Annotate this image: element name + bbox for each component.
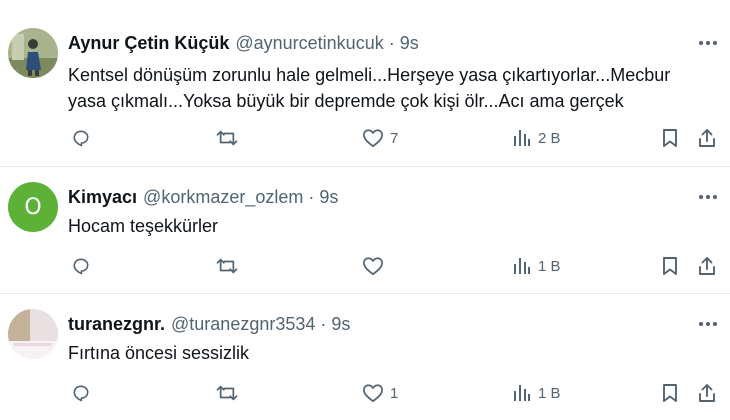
action-bar: 1 1 B: [0, 380, 730, 406]
more-button[interactable]: [696, 187, 720, 207]
timestamp[interactable]: 9s: [400, 33, 419, 54]
more-button[interactable]: [696, 33, 720, 53]
retweet-button[interactable]: [216, 253, 238, 279]
share-button[interactable]: [697, 125, 717, 151]
author-handle[interactable]: @aynurcetinkucuk: [235, 33, 383, 54]
share-button[interactable]: [697, 380, 717, 406]
tweet-header: turanezgnr. @turanezgnr3534 · 9s: [68, 314, 350, 335]
timestamp[interactable]: 9s: [319, 187, 338, 208]
share-icon: [699, 129, 715, 147]
view-count: 2 B: [538, 129, 561, 147]
avatar[interactable]: [8, 309, 58, 359]
reply-button[interactable]: [71, 253, 91, 279]
author-handle[interactable]: @korkmazer_ozlem: [143, 187, 303, 208]
retweet-icon: [216, 258, 238, 274]
views-icon: [514, 385, 530, 401]
tweet-text: Fırtına öncesi sessizlik: [68, 340, 718, 366]
views-icon: [514, 258, 530, 274]
tweet-header: Kimyacı @korkmazer_ozlem · 9s: [68, 187, 338, 208]
more-icon: [699, 41, 717, 45]
views-button[interactable]: 1 B: [512, 380, 561, 406]
views-button[interactable]: 2 B: [512, 125, 561, 151]
tweet-text-line: Hocam teşekkürler: [68, 216, 219, 236]
avatar[interactable]: [8, 28, 58, 78]
retweet-icon: [216, 385, 238, 401]
bookmark-icon: [663, 129, 677, 147]
more-button[interactable]: [696, 314, 720, 334]
author-name[interactable]: Kimyacı: [68, 187, 137, 208]
share-icon: [699, 257, 715, 275]
tweet-text-line: Fırtına öncesi sessizlik: [68, 343, 250, 363]
retweet-icon: [216, 130, 238, 146]
separator-dot: ·: [308, 187, 315, 207]
like-icon: [363, 257, 383, 276]
like-button[interactable]: 7: [362, 125, 398, 151]
reply-button[interactable]: [71, 125, 91, 151]
view-count: 1 B: [538, 257, 561, 275]
views-button[interactable]: 1 B: [512, 253, 561, 279]
like-count: 1: [390, 384, 399, 402]
bookmark-button[interactable]: [661, 125, 679, 151]
tweet[interactable]: Aynur Çetin Küçük @aynurcetinkucuk · 9s …: [0, 0, 730, 166]
action-bar: 1 B: [0, 253, 730, 279]
view-count: 1 B: [538, 384, 561, 402]
share-icon: [699, 384, 715, 402]
author-handle[interactable]: @turanezgnr3534: [171, 314, 315, 335]
bookmark-button[interactable]: [661, 253, 679, 279]
more-icon: [699, 195, 717, 199]
avatar[interactable]: O: [8, 182, 58, 232]
retweet-button[interactable]: [216, 125, 238, 151]
bookmark-icon: [663, 257, 677, 275]
separator-dot: ·: [320, 314, 327, 334]
bookmark-icon: [663, 384, 677, 402]
tweet-text-line: Kentsel dönüşüm zorunlu hale gelmeli...H…: [68, 65, 671, 85]
reply-icon: [73, 130, 89, 147]
like-button[interactable]: [362, 253, 390, 279]
reply-icon: [73, 385, 89, 402]
reply-icon: [73, 258, 89, 275]
timestamp[interactable]: 9s: [331, 314, 350, 335]
tweet-text: Kentsel dönüşüm zorunlu hale gelmeli...H…: [68, 62, 718, 114]
tweet-text: Hocam teşekkürler: [68, 213, 718, 239]
tweet-header: Aynur Çetin Küçük @aynurcetinkucuk · 9s: [68, 33, 419, 54]
bookmark-button[interactable]: [661, 380, 679, 406]
more-icon: [699, 322, 717, 326]
tweet-text-line: yasa çıkmalı...Yoksa büyük bir depremde …: [68, 91, 624, 111]
tweet[interactable]: turanezgnr. @turanezgnr3534 · 9s Fırtına…: [0, 294, 730, 420]
retweet-button[interactable]: [216, 380, 238, 406]
author-name[interactable]: turanezgnr.: [68, 314, 165, 335]
reply-button[interactable]: [71, 380, 91, 406]
avatar-photo: [8, 309, 58, 359]
share-button[interactable]: [697, 253, 717, 279]
action-bar: 7 2 B: [0, 125, 730, 151]
avatar-letter: O: [24, 194, 42, 220]
tweet[interactable]: O Kimyacı @korkmazer_ozlem · 9s Hocam te…: [0, 167, 730, 293]
like-button[interactable]: 1: [362, 380, 398, 406]
like-icon: [363, 129, 383, 148]
avatar-photo: [8, 28, 58, 78]
views-icon: [514, 130, 530, 146]
separator-dot: ·: [388, 33, 395, 53]
author-name[interactable]: Aynur Çetin Küçük: [68, 33, 229, 54]
like-count: 7: [390, 129, 399, 147]
like-icon: [363, 384, 383, 403]
